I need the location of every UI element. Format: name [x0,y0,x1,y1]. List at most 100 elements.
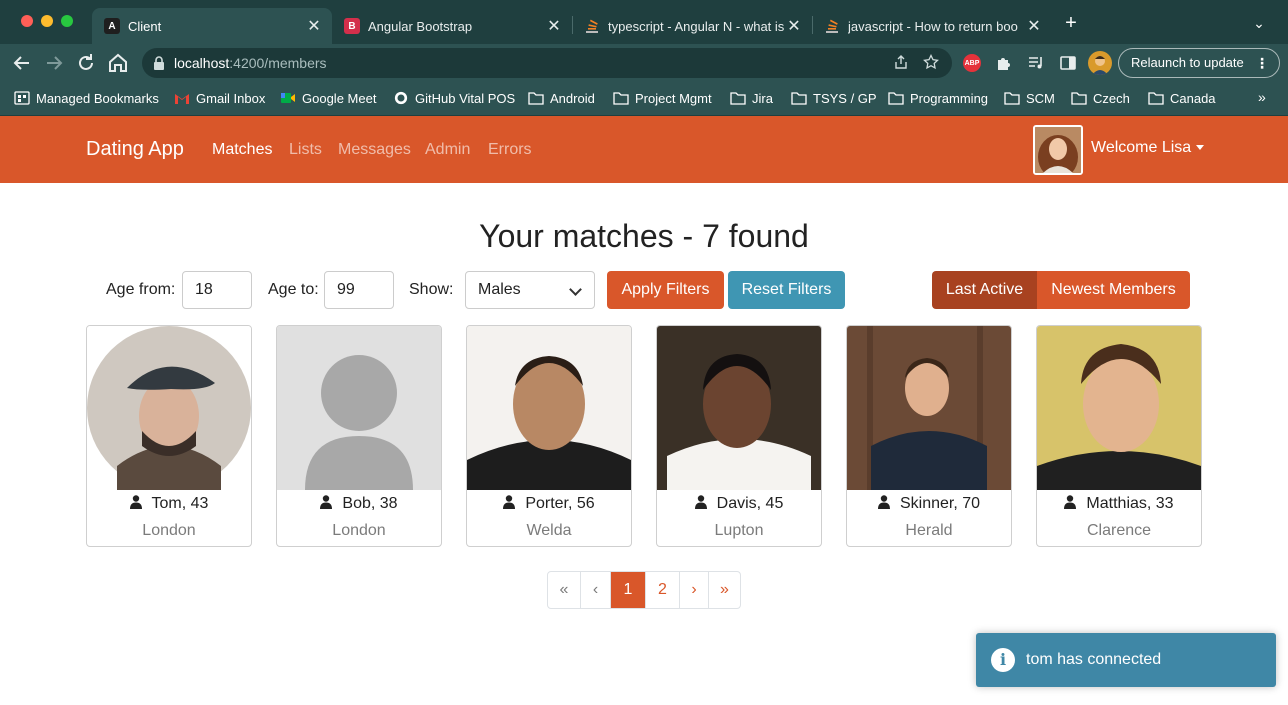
bookmark-folder-canada[interactable]: Canada [1148,82,1216,114]
member-card[interactable]: Davis, 45 Lupton [656,325,822,547]
page-first-button[interactable]: « [548,572,580,608]
bookmark-folder-scm[interactable]: SCM [1004,82,1055,114]
browser-tab-typescript[interactable]: typescript - Angular N - what is ✕ [572,8,812,44]
info-icon: i [991,648,1015,672]
playlist-icon [1029,57,1042,69]
bookmark-folder-android[interactable]: Android [528,82,595,114]
page-title: Your matches - 7 found [479,218,809,254]
extensions-button[interactable] [994,53,1014,73]
stackoverflow-icon [824,18,840,34]
brand-link[interactable]: Dating App [86,138,184,161]
page-prev-button[interactable]: ‹ [580,572,610,608]
url-text: localhost:4200/members [174,55,327,71]
age-to-input[interactable]: 99 [324,271,394,309]
toast-notification[interactable]: i tom has connected [976,633,1276,687]
order-last-active-button[interactable]: Last Active [932,271,1037,309]
maximize-window-button[interactable] [61,15,73,27]
user-icon [694,495,707,509]
adblock-icon: ABP [963,54,981,72]
side-panel-icon [1060,56,1076,70]
user-icon [129,495,142,509]
relaunch-button[interactable]: Relaunch to update ⋮ [1118,48,1280,78]
nav-link-errors[interactable]: Errors [488,141,532,159]
bookmark-gmail[interactable]: Gmail Inbox [174,82,265,114]
folder-grid-icon [14,91,30,105]
bootstrap-icon: B [344,18,360,34]
member-card[interactable]: Tom, 43 London [86,325,252,547]
folder-icon [730,92,746,105]
adblock-extension[interactable]: ABP [962,53,982,73]
back-button[interactable] [10,51,34,75]
member-card[interactable]: Skinner, 70 Herald [846,325,1012,547]
member-card[interactable]: Porter, 56 Welda [466,325,632,547]
nav-link-messages[interactable]: Messages [338,141,411,159]
browser-toolbar: localhost:4200/members ABP Relaunch to u… [0,44,1288,82]
user-icon [1064,495,1077,509]
member-photo [657,326,821,490]
nav-link-admin[interactable]: Admin [425,141,470,159]
browser-tab-angular-bootstrap[interactable]: B Angular Bootstrap ✕ [332,8,572,44]
bookmarks-overflow-button[interactable]: » [1258,89,1266,105]
gender-select[interactable]: Males [465,271,595,309]
media-control-button[interactable] [1026,53,1046,73]
nav-link-matches[interactable]: Matches [212,141,272,159]
address-bar[interactable]: localhost:4200/members [142,48,952,78]
page-last-button[interactable]: » [708,572,740,608]
app-navbar: Dating App Matches Lists Messages Admin … [0,116,1288,183]
profile-avatar[interactable] [1088,51,1112,75]
folder-icon [791,92,807,105]
member-photo-placeholder [277,326,441,490]
member-city: Herald [905,522,953,539]
user-menu-toggle[interactable]: Welcome Lisa [1091,139,1205,157]
age-from-input[interactable]: 18 [182,271,252,309]
member-city: Lupton [714,522,764,539]
reload-button[interactable] [74,51,98,75]
bookmark-star-icon[interactable] [922,53,940,72]
browser-tab-client[interactable]: A Client ✕ [92,8,332,44]
more-options-icon: ⋮ [1255,55,1269,71]
home-button[interactable] [106,51,130,75]
page-1-button[interactable]: 1 [610,572,645,608]
side-panel-button[interactable] [1058,53,1078,73]
close-tab-icon[interactable]: ✕ [544,16,564,36]
order-newest-button[interactable]: Newest Members [1037,271,1190,309]
member-city: Welda [526,522,572,539]
minimize-window-button[interactable] [41,15,53,27]
bookmarks-bar: Managed Bookmarks Gmail Inbox Google Mee… [0,82,1288,116]
close-tab-icon[interactable]: ✕ [784,16,804,36]
member-photo [467,326,631,490]
member-card[interactable]: Matthias, 33 Clarence [1036,325,1202,547]
close-tab-icon[interactable]: ✕ [304,16,324,36]
bookmark-meet[interactable]: Google Meet [280,82,376,114]
bookmark-managed[interactable]: Managed Bookmarks [14,82,159,114]
forward-button[interactable] [42,51,66,75]
tab-search-button[interactable]: ⌄ [1248,12,1270,34]
share-icon[interactable] [892,54,910,72]
close-window-button[interactable] [21,15,33,27]
member-name: Tom, 43 [87,495,251,513]
bookmark-folder-programming[interactable]: Programming [888,82,988,114]
page-2-button[interactable]: 2 [645,572,679,608]
gmail-icon [175,94,189,104]
apply-filters-button[interactable]: Apply Filters [607,271,724,309]
bookmark-folder-project-mgmt[interactable]: Project Mgmt [613,82,712,114]
age-from-label: Age from: [106,281,176,298]
close-tab-icon[interactable]: ✕ [1024,16,1044,36]
folder-icon [613,92,629,105]
user-icon [877,495,890,509]
nav-link-lists[interactable]: Lists [289,141,322,159]
bookmark-folder-czech[interactable]: Czech [1071,82,1130,114]
browser-tab-javascript[interactable]: javascript - How to return boo ✕ [812,8,1052,44]
lock-icon [154,56,164,70]
bookmark-github[interactable]: GitHub Vital POS [393,82,515,114]
member-card[interactable]: Bob, 38 London [276,325,442,547]
new-tab-button[interactable]: + [1060,12,1082,34]
bookmark-folder-tsys[interactable]: TSYS / GP [791,82,877,114]
page-next-button[interactable]: › [679,572,708,608]
member-name: Skinner, 70 [847,495,1011,513]
pagination: « ‹ 1 2 › » [547,571,741,609]
stackoverflow-icon [584,18,600,34]
reset-filters-button[interactable]: Reset Filters [728,271,845,309]
bookmark-folder-jira[interactable]: Jira [730,82,773,114]
folder-icon [1148,92,1164,105]
